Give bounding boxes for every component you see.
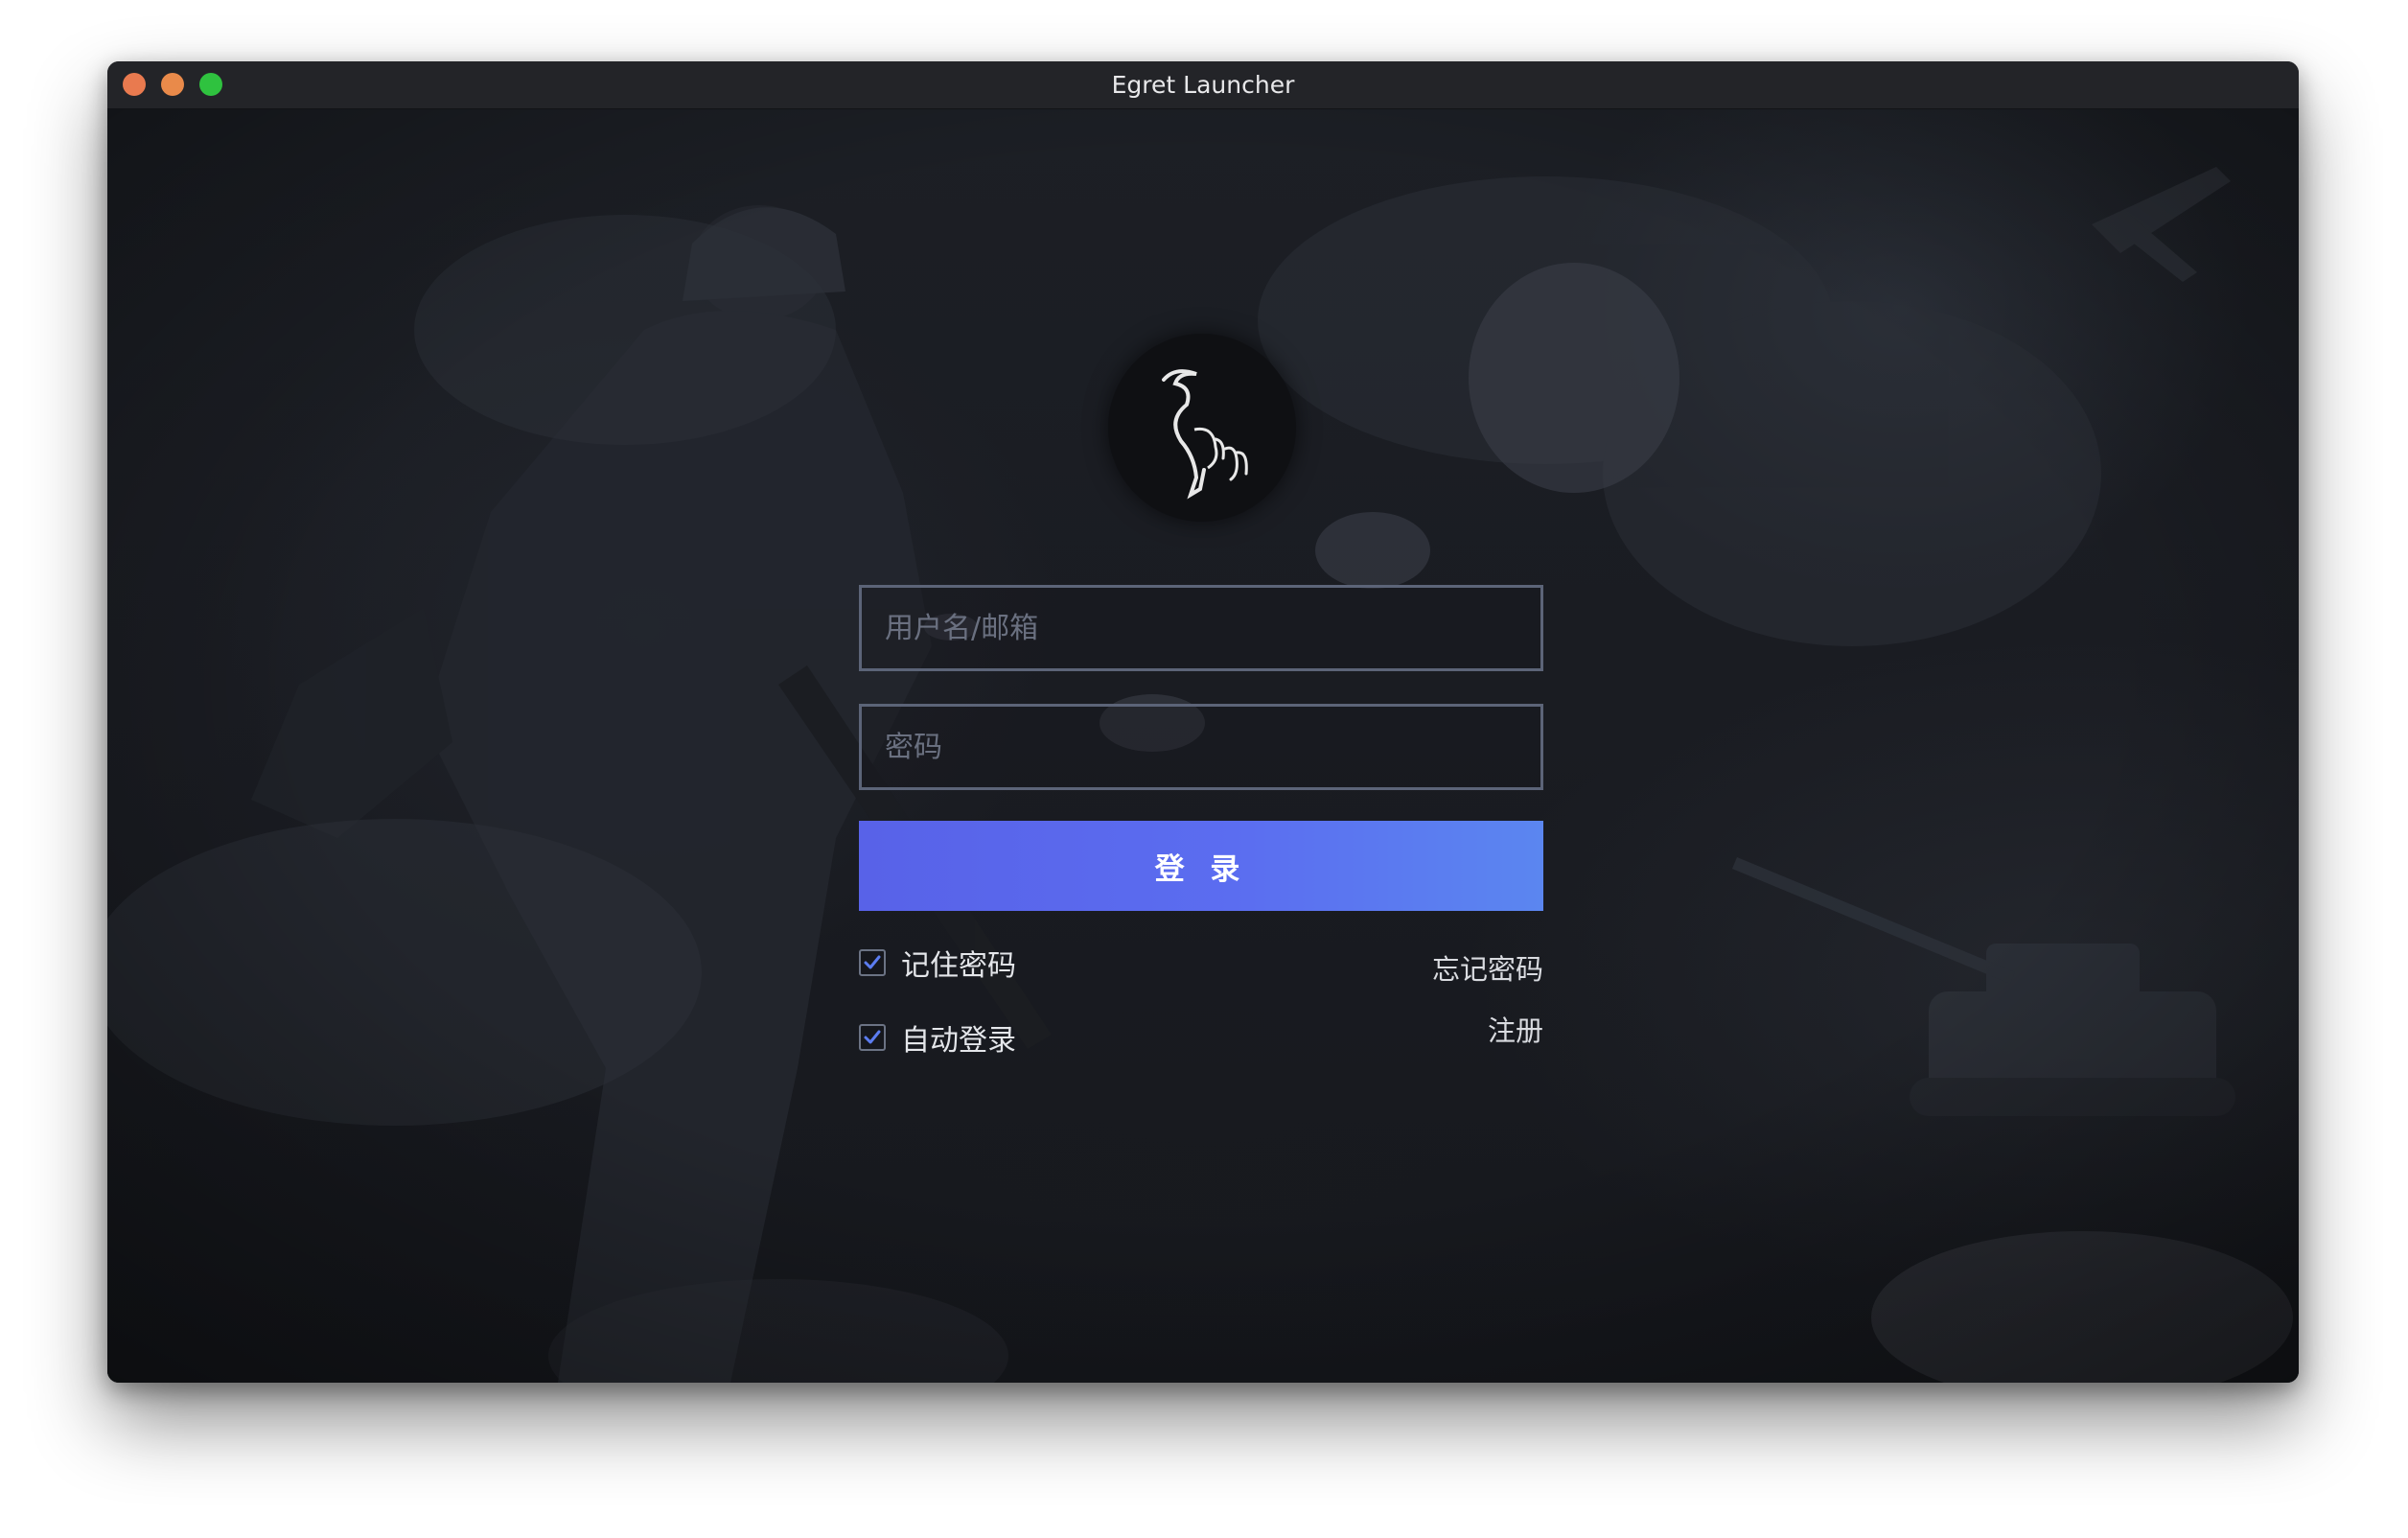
remember-password-label: 记住密码: [901, 949, 1016, 983]
password-field[interactable]: [859, 704, 1543, 790]
forgot-password-link[interactable]: 忘记密码: [1432, 947, 1543, 988]
checkmark-icon: [864, 1030, 881, 1044]
login-screen: 登 录 记住密码 自动登录 忘记密码 注册: [107, 109, 2299, 1383]
title-bar[interactable]: Egret Launcher: [107, 61, 2299, 109]
password-input[interactable]: [862, 707, 1540, 787]
window-title: Egret Launcher: [1111, 71, 1295, 99]
remember-password-option[interactable]: 记住密码: [859, 944, 1016, 983]
auto-login-option[interactable]: 自动登录: [859, 1018, 1016, 1058]
register-link[interactable]: 注册: [1488, 1009, 1543, 1049]
username-input[interactable]: [862, 588, 1540, 668]
auto-login-label: 自动登录: [901, 1024, 1016, 1058]
checkmark-icon: [864, 955, 881, 969]
auto-login-checkbox[interactable]: [859, 1024, 886, 1051]
egret-logo-icon: [1108, 334, 1296, 522]
remember-password-checkbox[interactable]: [859, 949, 886, 976]
launcher-window: Egret Launcher 用户名/邮箱 登 录 记住密码 自动登录 忘记密码…: [107, 61, 2299, 1383]
login-button[interactable]: 登 录: [859, 821, 1543, 911]
username-field[interactable]: [859, 585, 1543, 671]
